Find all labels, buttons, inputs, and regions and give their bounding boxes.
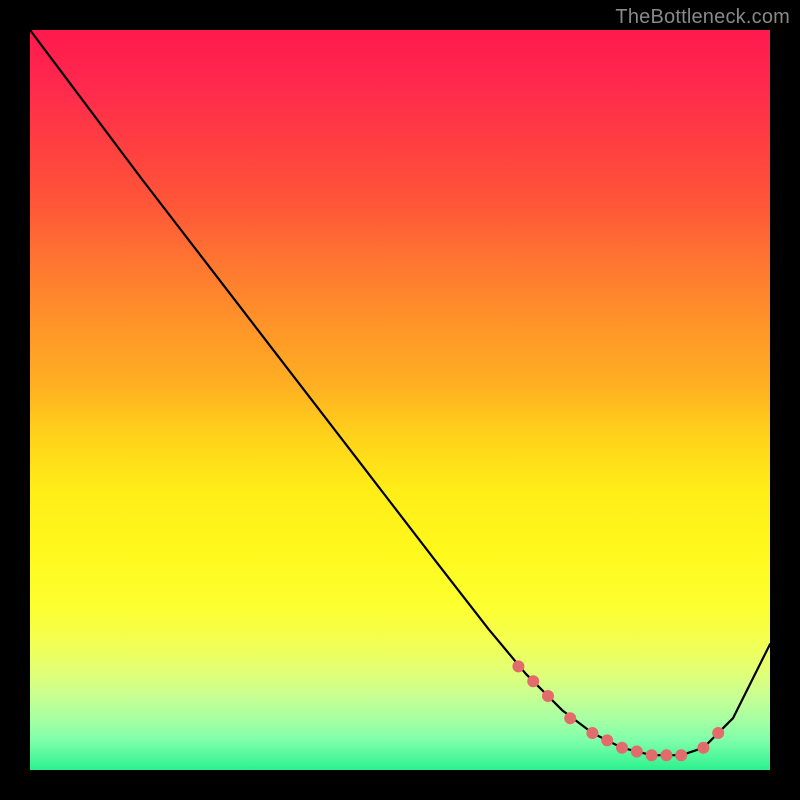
curve-svg: [30, 30, 770, 770]
curve-marker: [631, 746, 643, 758]
curve-marker: [660, 749, 672, 761]
plot-area: [30, 30, 770, 770]
marker-group: [512, 660, 724, 761]
curve-marker: [646, 749, 658, 761]
watermark-text: TheBottleneck.com: [615, 6, 790, 29]
curve-marker: [601, 734, 613, 746]
curve-marker: [697, 742, 709, 754]
chart-frame: TheBottleneck.com: [0, 0, 800, 800]
curve-marker: [616, 742, 628, 754]
curve-marker: [542, 690, 554, 702]
bottleneck-curve: [30, 30, 770, 755]
curve-marker: [586, 727, 598, 739]
curve-marker: [512, 660, 524, 672]
curve-marker: [712, 727, 724, 739]
curve-group: [30, 30, 770, 755]
curve-marker: [527, 675, 539, 687]
curve-marker: [675, 749, 687, 761]
curve-marker: [564, 712, 576, 724]
